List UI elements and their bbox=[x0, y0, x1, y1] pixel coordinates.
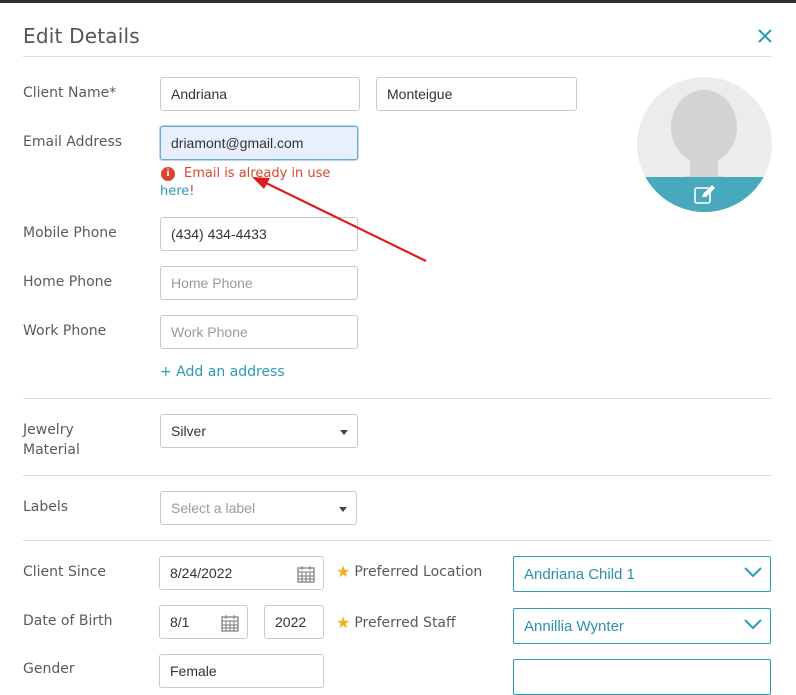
email-input[interactable]: driamont@gmail.com bbox=[160, 126, 358, 160]
preferred-staff-value: Annillia Wynter bbox=[524, 617, 624, 635]
header-divider bbox=[23, 56, 772, 57]
calendar-icon[interactable] bbox=[221, 614, 239, 632]
jewelry-material-label: Jewelry Material bbox=[23, 420, 80, 460]
chevron-down-icon bbox=[744, 619, 762, 630]
gender-select[interactable]: Female bbox=[159, 654, 324, 688]
preferred-location-select[interactable]: Andriana Child 1 bbox=[513, 556, 771, 592]
avatar[interactable] bbox=[637, 77, 772, 212]
client-since-label: Client Since bbox=[23, 564, 106, 580]
window-top-border bbox=[0, 0, 796, 3]
labels-label: Labels bbox=[23, 499, 69, 515]
work-phone-input[interactable]: Work Phone bbox=[160, 315, 358, 349]
email-error-text: Email is already in use bbox=[184, 166, 331, 181]
labels-select[interactable]: Select a label bbox=[160, 491, 357, 525]
caret-down-icon bbox=[339, 507, 347, 512]
error-icon: i bbox=[161, 166, 175, 181]
section-divider-2 bbox=[23, 475, 772, 476]
first-name-input[interactable]: Andriana bbox=[160, 77, 360, 111]
email-label: Email Address bbox=[23, 134, 123, 150]
home-phone-label: Home Phone bbox=[23, 274, 113, 290]
email-error-link-line: here! bbox=[160, 184, 195, 199]
client-since-value: 8/24/2022 bbox=[170, 565, 233, 581]
chevron-down-icon bbox=[744, 567, 762, 578]
dob-year-input[interactable]: 2022 bbox=[264, 605, 324, 639]
edit-icon[interactable] bbox=[694, 184, 716, 204]
preferred-location-value: Andriana Child 1 bbox=[524, 565, 635, 583]
jewelry-label-line2: Material bbox=[23, 442, 80, 458]
work-phone-label: Work Phone bbox=[23, 323, 107, 339]
mobile-phone-input[interactable]: (434) 434-4433 bbox=[160, 217, 358, 251]
additional-select[interactable] bbox=[513, 659, 771, 695]
date-of-birth-label: Date of Birth bbox=[23, 613, 113, 629]
dob-day-value: 8/1 bbox=[170, 614, 190, 630]
calendar-icon[interactable] bbox=[297, 565, 315, 583]
section-divider-1 bbox=[23, 398, 772, 399]
dialog-title: Edit Details bbox=[23, 24, 140, 48]
jewelry-material-value: Silver bbox=[171, 423, 207, 439]
preferred-staff-label: ★ Preferred Staff bbox=[336, 613, 456, 632]
star-icon: ★ bbox=[336, 613, 351, 632]
email-error-suffix: ! bbox=[189, 184, 195, 199]
client-name-label: Client Name* bbox=[23, 85, 117, 101]
last-name-input[interactable]: Monteigue bbox=[376, 77, 577, 111]
gender-label: Gender bbox=[23, 661, 75, 677]
add-address-link[interactable]: + Add an address bbox=[160, 364, 285, 380]
preferred-location-label: ★ Preferred Location bbox=[336, 562, 482, 581]
jewelry-label-line1: Jewelry bbox=[23, 422, 74, 438]
home-phone-input[interactable]: Home Phone bbox=[160, 266, 358, 300]
mobile-phone-label: Mobile Phone bbox=[23, 225, 117, 241]
labels-placeholder: Select a label bbox=[171, 500, 256, 516]
email-error-message: i Email is already in use bbox=[161, 166, 330, 181]
email-error-here-link[interactable]: here bbox=[160, 184, 189, 199]
preferred-staff-text: Preferred Staff bbox=[354, 614, 456, 631]
close-icon[interactable] bbox=[753, 24, 777, 48]
preferred-location-text: Preferred Location bbox=[354, 563, 483, 580]
client-since-input[interactable]: 8/24/2022 bbox=[159, 556, 324, 590]
section-divider-3 bbox=[23, 540, 772, 541]
dob-day-input[interactable]: 8/1 bbox=[159, 605, 248, 639]
star-icon: ★ bbox=[336, 562, 351, 581]
caret-down-icon bbox=[340, 430, 348, 435]
jewelry-material-select[interactable]: Silver bbox=[160, 414, 358, 448]
preferred-staff-select[interactable]: Annillia Wynter bbox=[513, 608, 771, 644]
